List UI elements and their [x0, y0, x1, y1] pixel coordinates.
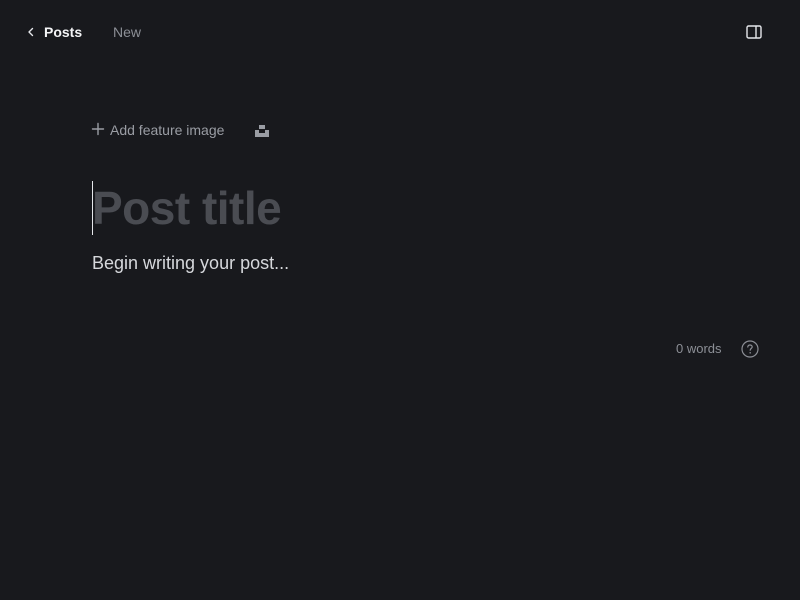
post-status: New — [113, 24, 142, 40]
back-label: Posts — [44, 24, 83, 40]
back-to-posts-link[interactable]: Posts — [26, 22, 82, 42]
post-title-input[interactable] — [92, 183, 692, 233]
settings-sidebar-toggle[interactable] — [744, 22, 764, 42]
add-feature-image-button[interactable]: Add feature image — [91, 121, 224, 139]
unsplash-icon — [254, 123, 270, 139]
add-feature-image-label: Add feature image — [110, 122, 225, 138]
chevron-left-icon — [26, 26, 36, 38]
word-count: 0 words — [676, 341, 722, 356]
post-editor-page: Posts New Add feature image Post title B… — [0, 0, 800, 600]
feature-image-row: Add feature image — [91, 110, 712, 152]
text-caret — [92, 181, 93, 235]
editor-header: Posts New — [0, 0, 800, 64]
plus-icon — [91, 122, 105, 139]
title-field-wrapper — [92, 181, 712, 235]
editor-area: Add feature image Begin writing your pos… — [91, 110, 712, 275]
sidebar-panel-icon — [744, 22, 764, 42]
post-body-editor[interactable]: Begin writing your post... — [92, 251, 712, 275]
help-button[interactable] — [741, 340, 759, 358]
unsplash-button[interactable] — [254, 123, 270, 139]
question-circle-icon — [741, 340, 759, 358]
